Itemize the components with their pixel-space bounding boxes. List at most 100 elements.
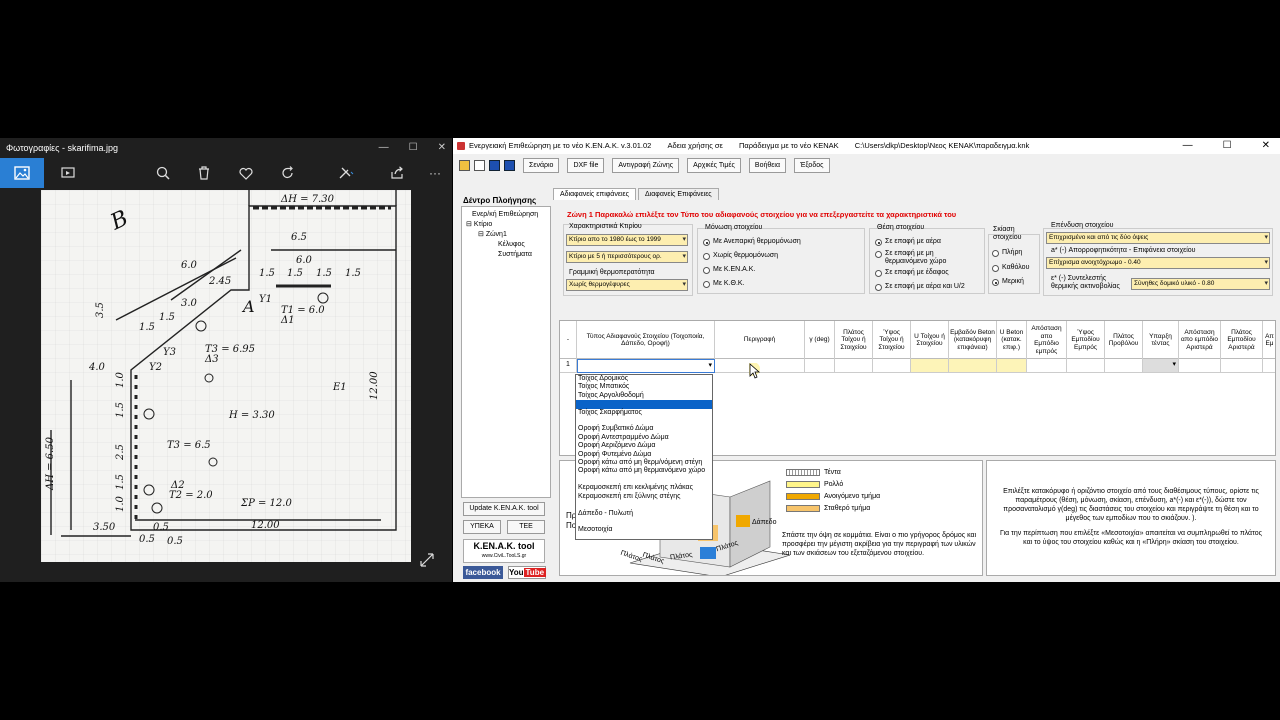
tree-item-zone1[interactable]: ⊟ Ζώνη1	[464, 230, 548, 240]
u-value-cell[interactable]	[911, 359, 949, 373]
grid-header-cell: Απ Εμ	[1263, 321, 1275, 359]
dropdown-item[interactable]: Δάπεδο - Πυλωτή	[576, 510, 712, 518]
width-cell[interactable]	[835, 359, 873, 373]
grid-header-cell: Ύψος Τοίχου ή Στοιχείου	[873, 321, 911, 359]
dropdown-item[interactable]: Τοίχος Αργολιθοδομή	[576, 392, 712, 400]
insulation-option[interactable]: Με Κ.Θ.Κ.	[703, 280, 745, 288]
tab-opaque[interactable]: Αδιαφανείς επιφάνειες	[553, 188, 637, 200]
maximize-icon[interactable]: ☐	[1223, 138, 1232, 154]
sketch-label: 3.50	[93, 522, 116, 533]
tree-item-envelope[interactable]: Κέλυφος	[464, 240, 548, 250]
shading-option[interactable]: Μερική	[992, 278, 1024, 286]
initial-values-button[interactable]: Αρχικές Τιμές	[687, 157, 741, 173]
grid-header-cell: -	[560, 321, 577, 359]
extra-cell[interactable]	[1263, 359, 1275, 373]
shading-option[interactable]: Πλήρη	[992, 249, 1022, 257]
insulation-option[interactable]: Με Κ.ΕΝ.Α.Κ.	[703, 266, 755, 274]
edit-icon[interactable]	[337, 164, 355, 182]
height-cell[interactable]	[873, 359, 911, 373]
dropdown-item[interactable]: Κεραμοσκεπή επι ξύλινης στέγης	[576, 493, 712, 501]
left-distance-cell[interactable]	[1179, 359, 1221, 373]
heart-icon[interactable]	[237, 164, 255, 182]
dropdown-item[interactable]: Οροφή Φυτεμένο Δώμα	[576, 451, 712, 459]
copy-zone-button[interactable]: Αντιγραφή Ζώνης	[612, 157, 680, 173]
expand-icon[interactable]	[420, 553, 436, 569]
ypeka-button[interactable]: ΥΠΕΚΑ	[463, 520, 501, 534]
kenak-logo[interactable]: K.EN.A.K. tool www.CiviL.TooLS.gr	[463, 539, 545, 563]
insulation-label: Μόνωση στοιχείου	[705, 224, 763, 231]
diagram-label-floor: Δάπεδο	[752, 519, 777, 526]
exit-button[interactable]: Έξοδος	[794, 157, 830, 173]
front-height-cell[interactable]	[1067, 359, 1105, 373]
scenario-button[interactable]: Σενάριο	[523, 157, 560, 173]
building-label: Χαρακτηριστικά Κτιρίου	[569, 223, 642, 230]
image-icon[interactable]	[0, 158, 44, 188]
dropdown-item[interactable]: Τοίχος Μπατικός	[576, 383, 712, 391]
sketch-label: 1.5	[287, 268, 303, 279]
orientation-cell[interactable]	[805, 359, 835, 373]
dropdown-item[interactable]: Οροφή Αεριζόμενο Δώμα	[576, 442, 712, 450]
coating-select[interactable]: Επιχρισμένο και από τις δύο όψεις	[1046, 232, 1270, 244]
rotate-icon[interactable]	[279, 164, 297, 182]
position-option[interactable]: Σε επαφή με αέρα	[875, 238, 941, 246]
update-tool-button[interactable]: Update K.EN.A.K. tool	[463, 502, 545, 516]
more-icon[interactable]: ···	[426, 164, 444, 182]
help-button[interactable]: Βοήθεια	[748, 157, 786, 173]
grid-header-cell: U Beton (κατακ. επιφ.)	[997, 321, 1027, 359]
awning-cell[interactable]: ▾	[1143, 359, 1179, 373]
tee-button[interactable]: TEE	[507, 520, 545, 534]
position-option[interactable]: Σε επαφή με έδαφος	[875, 269, 949, 277]
emissivity-select[interactable]: Σύνηθες δομικό υλικό - 0.80	[1131, 278, 1270, 290]
overhang-cell[interactable]	[1105, 359, 1143, 373]
zone-instruction: Ζώνη 1 Παρακαλώ επιλέξτε τον Τύπο του αδ…	[567, 210, 957, 219]
slideshow-icon[interactable]	[59, 164, 77, 182]
tree-item-systems[interactable]: Συστήματα	[464, 250, 548, 260]
insulation-option[interactable]: Χωρίς θερμομόνωση	[703, 252, 778, 260]
grid-header-cell: Τύπος Αδιαφανούς Στοιχείου (Τοιχοποιία, …	[577, 321, 715, 359]
front-distance-cell[interactable]	[1027, 359, 1067, 373]
tree-item-building[interactable]: ⊟ Κτίριο	[464, 220, 548, 230]
dropdown-item[interactable]: Οροφή Αντεστραμμένο Δώμα	[576, 434, 712, 442]
element-type-cell[interactable]: ▾	[577, 359, 715, 373]
new-file-icon[interactable]	[474, 159, 485, 171]
close-icon[interactable]: ✕	[1262, 138, 1270, 154]
save-as-icon[interactable]	[504, 159, 515, 171]
beton-area-cell[interactable]	[949, 359, 997, 373]
facebook-link[interactable]: facebook	[463, 566, 503, 579]
thermal-bridge-select[interactable]: Χωρίς θερμογέφυρες	[566, 279, 688, 291]
open-folder-icon[interactable]	[459, 159, 470, 171]
dropdown-item[interactable]	[576, 400, 712, 409]
left-width-cell[interactable]	[1221, 359, 1263, 373]
youtube-link[interactable]: You Tube	[508, 566, 547, 579]
position-option[interactable]: Σε επαφή με μη θερμαινόμενο χώρο	[875, 250, 975, 266]
save-icon[interactable]	[489, 159, 500, 171]
navigation-tree: Ενερ/κή Επιθεώρηση ⊟ Κτίριο ⊟ Ζώνη1 Κέλυ…	[461, 206, 551, 498]
minimize-icon[interactable]: —	[379, 138, 389, 158]
sketch-label: E1	[332, 382, 347, 393]
dropdown-item[interactable]: Κεραμοσκεπή επι κεκλιμένης πλάκας	[576, 484, 712, 492]
maximize-icon[interactable]: ☐	[409, 138, 418, 158]
zoom-icon[interactable]	[154, 164, 172, 182]
tree-item-inspection[interactable]: Ενερ/κή Επιθεώρηση	[464, 210, 548, 220]
dropdown-item[interactable]: Τοίχος Σκαρφήματος	[576, 409, 712, 417]
tab-transparent[interactable]: Διαφανείς Επιφάνειες	[638, 188, 719, 200]
dropdown-item[interactable]: Μεσοτοιχία	[576, 526, 712, 534]
dxf-button[interactable]: DXF file	[567, 157, 605, 173]
close-icon[interactable]: ✕	[438, 138, 446, 158]
dropdown-item[interactable]: Οροφή κάτω από μη θερμαινόμενο χώρο	[576, 467, 712, 475]
dropdown-item[interactable]	[576, 501, 712, 509]
grid-header-cell: Πλάτος Τοίχου ή Στοιχείου	[835, 321, 873, 359]
dropdown-item[interactable]: Οροφή Συμβατικό Δώμα	[576, 425, 712, 433]
delete-icon[interactable]	[195, 164, 213, 182]
building-year-select[interactable]: Κτίριο απο το 1980 έως το 1999	[566, 234, 688, 246]
building-floors-select[interactable]: Κτίριο με 5 ή περισσότερους ορ.	[566, 251, 688, 263]
share-icon[interactable]	[388, 164, 406, 182]
absorptance-select[interactable]: Επίχρισμα ανοιχτόχρωμο - 0.40	[1046, 257, 1270, 269]
minimize-icon[interactable]: —	[1183, 138, 1193, 154]
insulation-option[interactable]: Με Ανεπαρκή θερμομόνωση	[703, 238, 801, 246]
sketch-label: 6.0	[181, 260, 198, 271]
u-beton-cell[interactable]	[997, 359, 1027, 373]
position-option[interactable]: Σε επαφή με αέρα και U/2	[875, 283, 965, 291]
shading-option[interactable]: Καθόλου	[992, 264, 1029, 272]
element-type-dropdown[interactable]: Τοίχος Δρομικός Τοίχος Μπατικός Τοίχος Α…	[575, 374, 713, 540]
